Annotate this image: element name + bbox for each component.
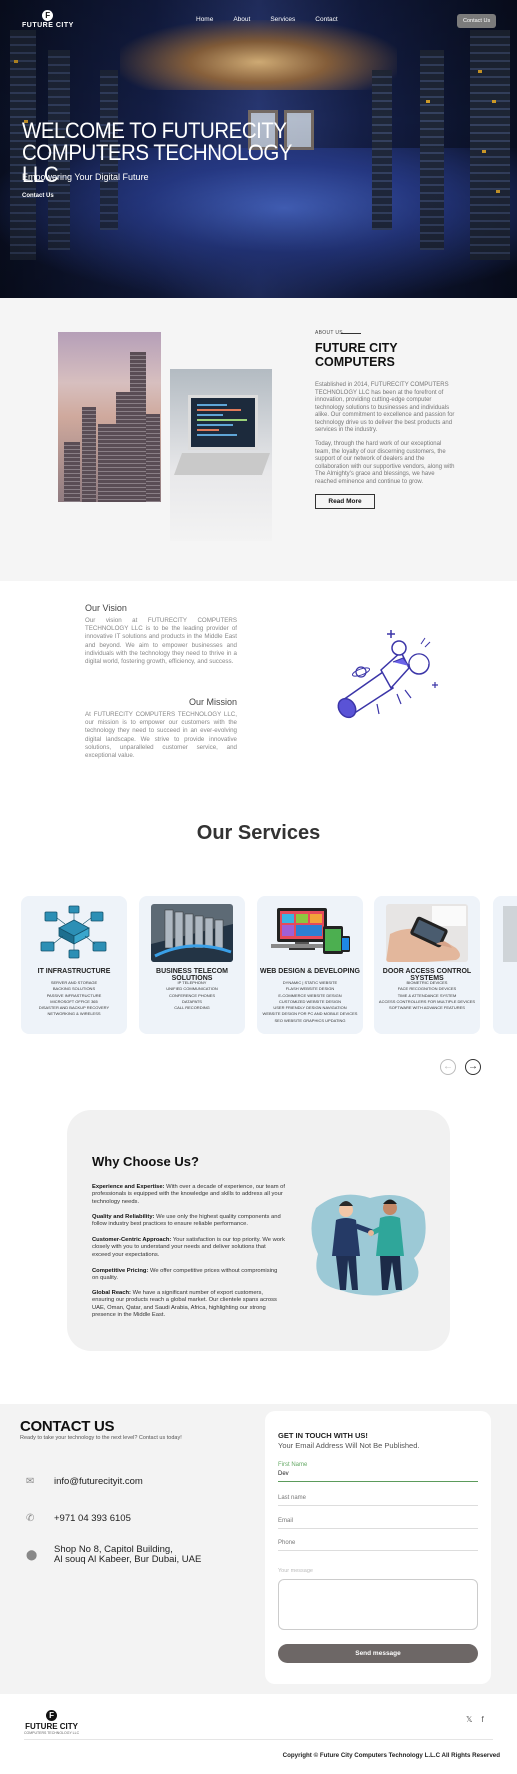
network-servers-icon [40, 905, 107, 959]
laptop-code-image [170, 369, 272, 541]
rocket-illustration [337, 630, 438, 719]
carousel-prev-button[interactable]: ← [440, 1059, 456, 1075]
why-title: Why Choose Us? [92, 1154, 199, 1169]
nav-link-contact[interactable]: Contact [315, 16, 337, 23]
social-links: 𝕏 f [466, 1715, 484, 1724]
laptop-keyboard [173, 453, 271, 475]
why-choose-us-section: Why Choose Us? Experience and Expertise:… [67, 1110, 450, 1351]
contact-title: CONTACT US [20, 1418, 115, 1435]
about-label: ABOUT US [315, 330, 343, 336]
phone-input[interactable]: Phone [278, 1537, 478, 1551]
contact-phone[interactable]: ✆ +971 04 393 6105 [26, 1513, 131, 1524]
laptop-screen [188, 395, 258, 450]
service-card-title: WEB DESIGN & DEVELOPING [260, 968, 360, 975]
contact-email-text: info@futurecityit.com [54, 1475, 143, 1487]
email-field[interactable]: Email [278, 1515, 478, 1529]
partial-card-image [503, 906, 517, 962]
about-title-line-1: FUTURE CITY [315, 341, 398, 355]
city-skyline-image [58, 332, 161, 502]
last-name-field[interactable]: Last name [278, 1492, 478, 1506]
footer-logo-mark-icon: F [46, 1710, 58, 1721]
contact-tagline: Ready to take your technology to the nex… [20, 1435, 182, 1441]
service-card-title: IT INFRASTRUCTURE [37, 968, 111, 975]
footer-logo-text: FUTURE CITY [25, 1722, 78, 1731]
mission-title: Our Mission [189, 697, 238, 707]
contact-email[interactable]: ✉ info@futurecityit.com [26, 1476, 143, 1487]
why-point-global: Global Reach: We have a significant numb… [92, 1290, 277, 1318]
about-section: ABOUT US FUTURE CITY COMPUTERS Establish… [0, 298, 517, 581]
about-paragraph-1: Established in 2014, FUTURECITY COMPUTER… [315, 382, 455, 433]
footer-logo-tagline: COMPUTERS TECHNOLOGY LLC [24, 1731, 80, 1735]
service-card-partial[interactable] [493, 896, 517, 1034]
services-title: Our Services [196, 822, 321, 844]
last-name-input[interactable]: Last name [278, 1492, 478, 1506]
contact-address: ⬤ Shop No 8, Capitol Building, Al souq Al… [26, 1545, 201, 1565]
message-label: Your message [278, 1568, 313, 1574]
send-message-button[interactable]: Send message [278, 1644, 478, 1663]
about-label-line [341, 333, 361, 334]
form-heading: GET IN TOUCH WITH US! [278, 1431, 368, 1440]
service-card-web-design[interactable]: WEB DESIGN & DEVELOPING DYNAMIC | STATIC… [257, 896, 363, 1034]
hero-section: F FUTURE CITY Home About Services Contac… [0, 0, 517, 298]
service-card-list: SERVER AND STORAGE BACKING SOLUTIONS PASSI… [38, 980, 110, 1017]
nav-contact-button[interactable]: Contact Us [457, 14, 497, 28]
service-card-list: BIOMETRIC DEVICES FACE RECOGNITION DEVICE… [378, 980, 476, 1011]
hero-subtitle: Empowering Your Digital Future [22, 172, 149, 182]
service-card-list: IP TELEPHONY UNIFIED COMMUNICATION CONFERE… [166, 980, 218, 1011]
about-title: FUTURE CITY COMPUTERS [315, 341, 398, 369]
why-point-quality: Quality and Reliability: We use only the… [92, 1214, 281, 1228]
contact-form: GET IN TOUCH WITH US! Your Email Address… [265, 1411, 491, 1684]
email-input[interactable]: Email [278, 1515, 478, 1529]
service-card-door-access[interactable]: DOOR ACCESS CONTROL SYSTEMS BIOMETRIC DE… [374, 896, 480, 1034]
phone-icon: ✆ [26, 1513, 35, 1524]
site-logo[interactable]: F FUTURE CITY [22, 10, 74, 29]
phone-field[interactable]: Phone [278, 1537, 478, 1551]
contact-address-text: Shop No 8, Capitol Building, Al souq Al K… [54, 1544, 202, 1565]
why-point-experience: Experience and Expertise: With over a de… [92, 1184, 286, 1205]
message-textarea[interactable] [278, 1579, 478, 1630]
copyright-text: Copyright © Future City Computers Techno… [282, 1752, 500, 1759]
about-paragraph-2: Today, through the hard work of our exce… [315, 441, 455, 485]
vision-title: Our Vision [85, 603, 127, 613]
carousel-next-button[interactable]: → [465, 1059, 481, 1075]
service-card-it-infrastructure[interactable]: IT INFRASTRUCTURE SERVER AND STORAGE BACK… [21, 896, 127, 1034]
main-nav: Home About Services Contact [196, 16, 338, 23]
service-card-list: DYNAMIC | STATIC WEBSITE FLASH WEBSITE DE… [262, 980, 358, 1023]
x-twitter-icon[interactable]: 𝕏 [466, 1715, 472, 1724]
nav-link-about[interactable]: About [233, 16, 250, 23]
about-title-line-2: COMPUTERS [315, 355, 395, 369]
first-name-field[interactable]: First Name Dev [278, 1462, 478, 1482]
nav-link-home[interactable]: Home [196, 16, 213, 23]
first-name-input[interactable]: Dev [278, 1468, 478, 1482]
service-card-business-telecom[interactable]: BUSINESS TELECOM SOLUTIONS IP TELEPHONY U… [139, 896, 245, 1034]
footer-logo[interactable]: F FUTURE CITY COMPUTERS TECHNOLOGY LLC [24, 1710, 79, 1735]
contact-phone-text: +971 04 393 6105 [54, 1512, 131, 1524]
why-point-pricing: Competitive Pricing: We offer competitiv… [92, 1268, 278, 1282]
vision-text: Our vision at FUTURECITY COMPUTERS TECHN… [85, 617, 237, 666]
why-point-customer: Customer-Centric Approach: Your satisfac… [92, 1237, 285, 1258]
contact-section: CONTACT US Ready to take your technology… [0, 1404, 517, 1694]
responsive-devices-icon [271, 908, 350, 954]
handshake-illustration [311, 1194, 426, 1296]
hero-contact-link[interactable]: Contact Us [22, 193, 54, 199]
mission-text: At FUTURECITY COMPUTERS TECHNOLOGY LLC, … [85, 711, 237, 760]
form-subheading: Your Email Address Will Not Be Published… [278, 1441, 420, 1450]
nav-link-services[interactable]: Services [270, 16, 295, 23]
map-pin-icon: ⬤ [26, 1549, 38, 1561]
logo-text: FUTURE CITY [22, 22, 74, 29]
server-cluster-icon [151, 904, 233, 962]
facebook-icon[interactable]: f [481, 1715, 483, 1724]
footer-divider [24, 1739, 493, 1740]
envelope-icon: ✉ [26, 1476, 35, 1487]
phone-access-icon [386, 904, 468, 962]
footer: F FUTURE CITY COMPUTERS TECHNOLOGY LLC 𝕏… [0, 1694, 517, 1774]
logo-mark-icon: F [42, 10, 54, 21]
read-more-button[interactable]: Read More [315, 494, 375, 509]
